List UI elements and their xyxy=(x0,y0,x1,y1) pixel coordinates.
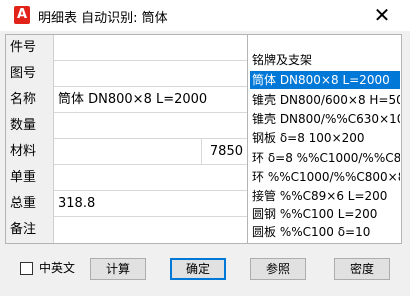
list-item-selected[interactable]: 筒体 DN800×8 L=2000 xyxy=(250,71,400,89)
cn-en-checkbox-label: 中英文 xyxy=(39,261,76,275)
row-label: 件号 xyxy=(6,35,54,61)
list-item[interactable]: 圆钢 %%C100 L=200 xyxy=(250,205,400,223)
list-item[interactable]: 锥壳 DN800/%%C630×10 H= xyxy=(250,110,400,128)
row-label: 备注 xyxy=(6,217,54,243)
property-grid: 件号 图号 名称 筒体 DN800×8 L=2000 数量 材料 7850 单重… xyxy=(5,34,248,244)
window-title: 明细表 自动识别: 筒体 xyxy=(38,11,168,26)
density-value-field[interactable]: 7850 xyxy=(201,139,247,165)
row-quantity: 数量 xyxy=(6,113,247,139)
close-icon[interactable]: ✕ xyxy=(368,3,396,27)
quantity-field[interactable] xyxy=(54,113,247,139)
row-remark: 备注 xyxy=(6,217,247,243)
reference-button[interactable]: 参照 xyxy=(250,258,306,280)
unit-weight-field[interactable] xyxy=(54,165,247,191)
list-item[interactable]: 锥壳 DN800/600×8 H=500 xyxy=(250,91,400,109)
drawing-no-field[interactable] xyxy=(54,61,247,87)
name-field[interactable]: 筒体 DN800×8 L=2000 xyxy=(54,87,247,113)
part-no-field[interactable] xyxy=(54,35,247,61)
list-item[interactable]: 铭牌及支架 xyxy=(250,51,400,69)
row-name: 名称 筒体 DN800×8 L=2000 xyxy=(6,87,247,113)
list-item[interactable]: 环 δ=8 %%C1000/%%C800 xyxy=(250,149,400,167)
cn-en-checkbox[interactable] xyxy=(20,262,33,275)
part-type-list[interactable]: 铭牌及支架 筒体 DN800×8 L=2000 锥壳 DN800/600×8 H… xyxy=(247,34,402,244)
row-material: 材料 7850 xyxy=(6,139,247,165)
dialog-body: 件号 图号 名称 筒体 DN800×8 L=2000 数量 材料 7850 单重… xyxy=(0,31,410,296)
list-item[interactable]: 圆板 %%C100 δ=10 xyxy=(250,223,400,241)
density-button[interactable]: 密度 xyxy=(334,258,390,280)
autocad-app-icon: A xyxy=(14,6,30,24)
list-item[interactable]: 环 %%C1000/%%C800×8 xyxy=(250,168,400,186)
row-label: 材料 xyxy=(6,139,54,165)
remark-field[interactable] xyxy=(54,217,247,243)
row-total-weight: 总重 318.8 xyxy=(6,191,247,217)
title-bar: A 明细表 自动识别: 筒体 ✕ xyxy=(0,0,410,32)
row-label: 数量 xyxy=(6,113,54,139)
row-label: 名称 xyxy=(6,87,54,113)
row-drawing-no: 图号 xyxy=(6,61,247,87)
list-item[interactable]: 钢板 δ=8 100×200 xyxy=(250,129,400,147)
row-label: 单重 xyxy=(6,165,54,191)
row-label: 图号 xyxy=(6,61,54,87)
row-label: 总重 xyxy=(6,191,54,217)
list-item[interactable]: 接管 %%C89×6 L=200 xyxy=(250,187,400,205)
calculate-button[interactable]: 计算 xyxy=(90,258,146,280)
row-unit-weight: 单重 xyxy=(6,165,247,191)
row-part-no: 件号 xyxy=(6,35,247,61)
material-field[interactable] xyxy=(54,139,201,165)
ok-button[interactable]: 确定 xyxy=(170,258,226,280)
total-weight-field[interactable]: 318.8 xyxy=(54,191,247,217)
